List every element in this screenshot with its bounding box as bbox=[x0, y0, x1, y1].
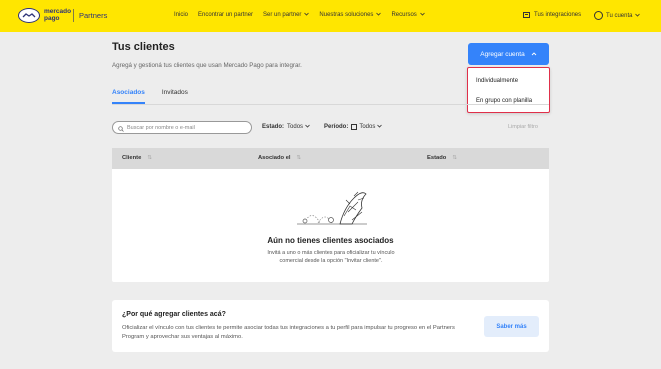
nav-label: Nuestras soluciones bbox=[319, 12, 374, 18]
page-title: Tus clientes bbox=[112, 41, 175, 53]
integrations-label: Tus integraciones bbox=[534, 12, 582, 18]
add-account-menu: Individualmente En grupo con planilla bbox=[467, 67, 550, 113]
search-icon bbox=[118, 119, 124, 137]
account-label: Tu cuenta bbox=[606, 12, 633, 19]
nav-ser-partner[interactable]: Ser un partner bbox=[263, 12, 310, 18]
sort-icon: ⇅ bbox=[452, 155, 457, 161]
nav-inicio[interactable]: Inicio bbox=[174, 12, 188, 18]
status-value-text: Todos bbox=[287, 124, 304, 130]
column-header-estado[interactable]: Estado ⇅ bbox=[427, 155, 457, 161]
nav-nuestras-soluciones[interactable]: Nuestras soluciones bbox=[319, 12, 382, 18]
search-input[interactable] bbox=[127, 124, 247, 131]
logo-divider bbox=[73, 9, 74, 22]
status-filter-value: Todos bbox=[287, 124, 310, 130]
user-icon bbox=[594, 11, 603, 20]
calendar-icon bbox=[351, 124, 358, 130]
column-label: Estado bbox=[427, 155, 447, 161]
table-header: Cliente ⇅ Asociado el ⇅ Estado ⇅ bbox=[112, 148, 549, 169]
status-filter[interactable]: Estado: Todos bbox=[262, 124, 310, 130]
column-label: Asociado el bbox=[258, 155, 291, 161]
account-menu[interactable]: Tu cuenta bbox=[594, 11, 641, 20]
column-header-asociado[interactable]: Asociado el ⇅ bbox=[258, 155, 301, 161]
nav-recursos[interactable]: Recursos bbox=[391, 12, 425, 18]
period-filter[interactable]: Período: Todos bbox=[324, 124, 383, 130]
page-subtitle: Agregá y gestioná tus clientes que usan … bbox=[112, 62, 302, 69]
sort-icon: ⇅ bbox=[296, 155, 302, 161]
nav-label: Encontrar un partner bbox=[198, 12, 254, 18]
integrations-icon bbox=[523, 12, 530, 18]
nav-label: Inicio bbox=[174, 12, 189, 18]
chevron-down-icon bbox=[419, 12, 425, 18]
why-add-clients-card: ¿Por qué agregar clientes acá? Oficializ… bbox=[112, 300, 549, 352]
top-navbar: mercado pago Partners Inicio Encontrar u… bbox=[0, 0, 661, 32]
client-tabs: Asociados Invitados bbox=[112, 89, 205, 104]
menu-item-individual[interactable]: Individualmente bbox=[476, 78, 518, 84]
chevron-down-icon bbox=[376, 12, 382, 18]
status-filter-label: Estado: bbox=[262, 124, 285, 130]
handshake-icon bbox=[18, 8, 40, 23]
why-card-title: ¿Por qué agregar clientes acá? bbox=[122, 311, 226, 318]
learn-more-button[interactable]: Saber más bbox=[484, 316, 539, 337]
tabs-divider bbox=[112, 104, 549, 105]
column-label: Cliente bbox=[122, 155, 142, 161]
sort-icon: ⇅ bbox=[147, 155, 152, 161]
add-account-button[interactable]: Agregar cuenta bbox=[468, 43, 549, 65]
clear-filter-button[interactable]: Limpiar filtro bbox=[508, 124, 538, 130]
chevron-down-icon bbox=[377, 124, 383, 130]
period-value-text: Todos bbox=[359, 124, 376, 130]
clients-table: Cliente ⇅ Asociado el ⇅ Estado ⇅ Aún no tie… bbox=[112, 148, 549, 282]
chevron-down-icon bbox=[305, 124, 310, 130]
search-field[interactable] bbox=[112, 121, 252, 134]
empty-state-illustration bbox=[292, 186, 372, 233]
mercado-pago-logo[interactable]: mercado pago Partners bbox=[18, 8, 107, 23]
main-nav: Inicio Encontrar un partner Ser un partn… bbox=[174, 12, 435, 18]
chevron-down-icon bbox=[635, 13, 641, 19]
logo-wordmark: mercado pago bbox=[44, 8, 72, 22]
chevron-up-icon bbox=[531, 51, 537, 58]
nav-label: Ser un partner bbox=[263, 12, 302, 18]
chevron-down-icon bbox=[304, 12, 310, 18]
tab-invitados[interactable]: Invitados bbox=[162, 89, 188, 104]
brand-suffix: Partners bbox=[79, 11, 108, 20]
empty-state-description: Invitá a uno o más clientes para oficial… bbox=[267, 250, 395, 264]
why-card-text: Oficializar el vínculo con tus clientes … bbox=[122, 325, 455, 340]
tab-asociados[interactable]: Asociados bbox=[112, 89, 145, 104]
period-filter-value: Todos bbox=[351, 124, 383, 130]
nav-label: Recursos bbox=[391, 12, 417, 18]
period-filter-label: Período: bbox=[324, 124, 349, 130]
add-account-label: Agregar cuenta bbox=[480, 50, 525, 58]
empty-state-title: Aún no tienes clientes asociados bbox=[267, 236, 394, 245]
integrations-link[interactable]: Tus integraciones bbox=[523, 12, 581, 18]
nav-encontrar-partner[interactable]: Encontrar un partner bbox=[198, 12, 253, 18]
column-header-cliente[interactable]: Cliente ⇅ bbox=[122, 155, 152, 161]
